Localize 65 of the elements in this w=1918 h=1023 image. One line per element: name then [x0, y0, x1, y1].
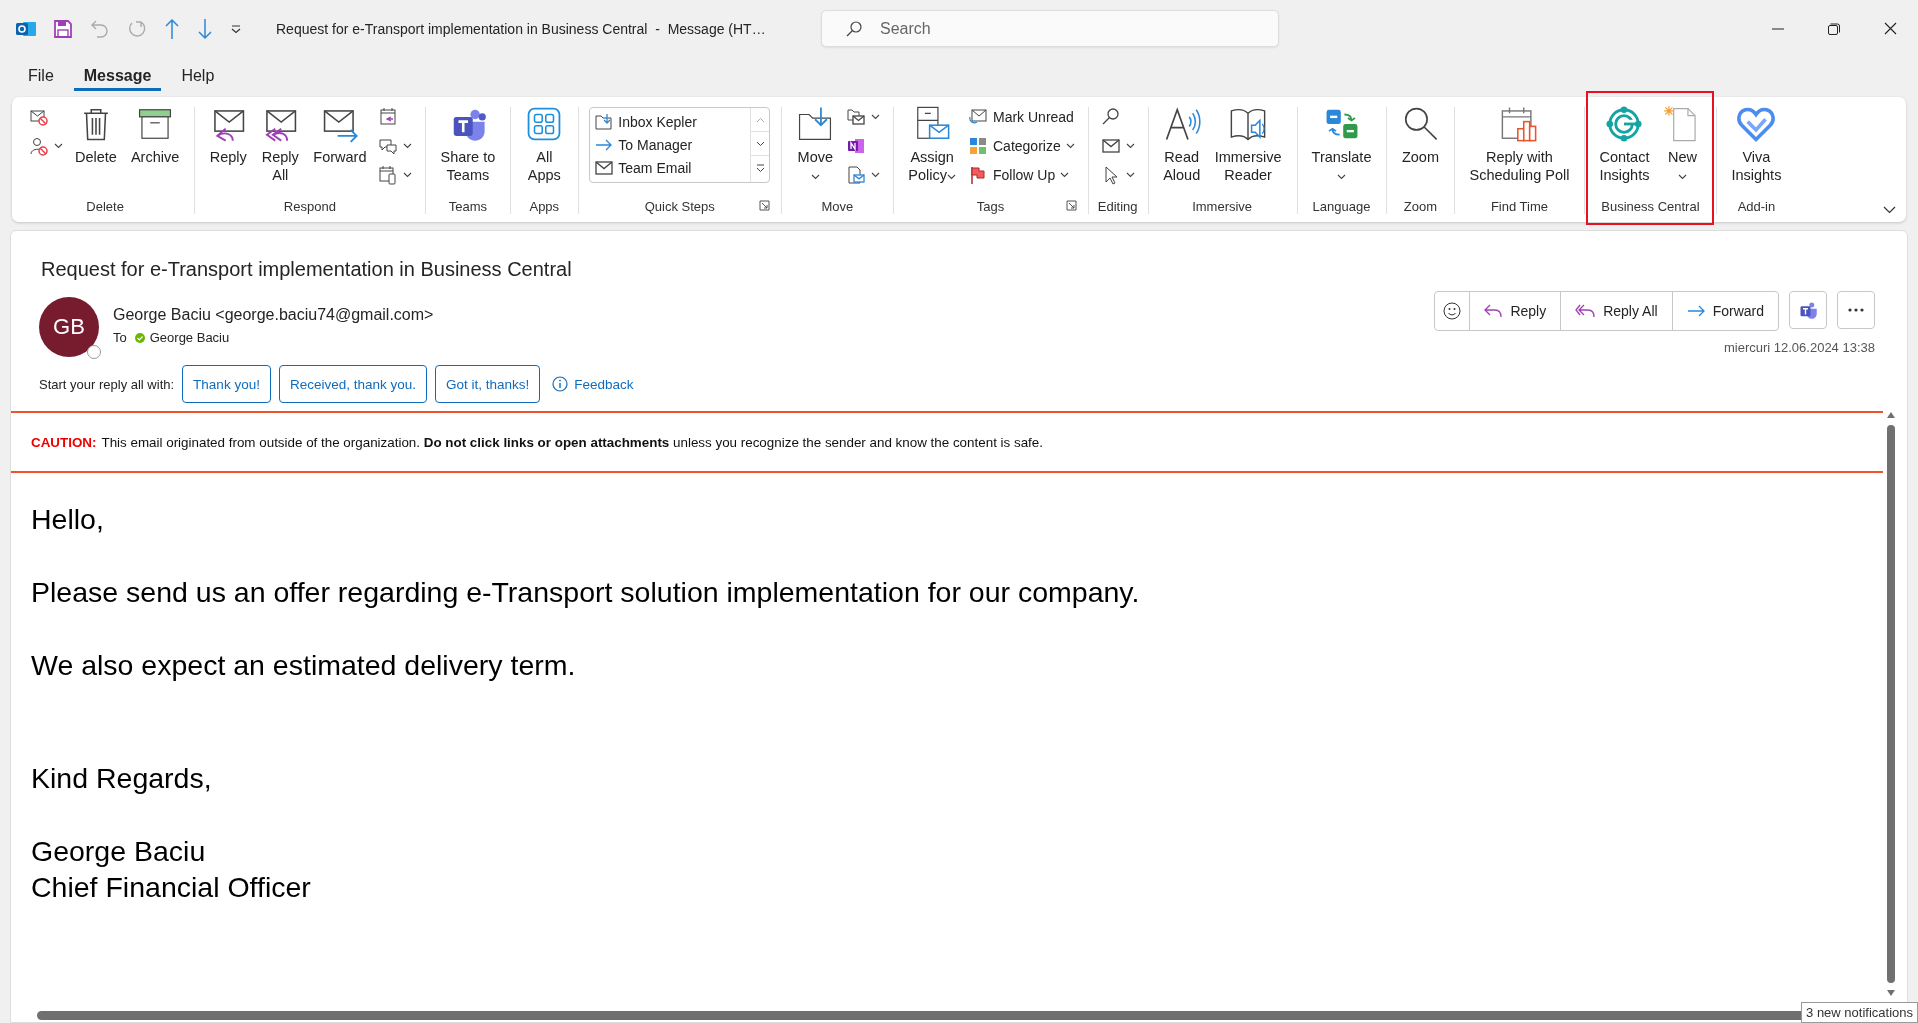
body-text: We also expect an estimated delivery term.	[31, 648, 576, 683]
ribbon-button[interactable]: New	[1657, 103, 1708, 186]
suggested-replies-label: Start your reply all with:	[39, 376, 175, 392]
group-label: Teams	[448, 198, 488, 214]
window-title: Request for e-Transport implementation in Business Central - Message (HT…	[276, 20, 767, 37]
group-label: Language	[1312, 198, 1371, 214]
suggested-reply-button[interactable]: Thank you!	[182, 365, 271, 403]
sent-date: miercuri 12.06.2024 13:38	[1723, 340, 1875, 355]
ribbon-small-button[interactable]: Mark Unread	[964, 105, 1079, 129]
ribbon-button[interactable]: Zoom	[1395, 103, 1446, 168]
ribbon-button[interactable]: All Apps	[519, 103, 570, 186]
quick-step-item[interactable]: Inbox Kepler	[594, 110, 745, 133]
recipient-name[interactable]: George Baciu	[149, 330, 230, 345]
suggested-reply-button[interactable]: Received, thank you.	[278, 365, 427, 403]
ribbon-small-button[interactable]: Categorize	[964, 134, 1079, 158]
group-label: Quick Steps	[644, 198, 715, 214]
to-label: To	[113, 330, 127, 345]
suggested-reply-button[interactable]: Got it, thanks!	[435, 365, 541, 403]
ribbon-button[interactable]: Delete	[69, 103, 123, 168]
group-label: Editing	[1097, 198, 1138, 214]
caution-text: This email originated from outside of the organization. Do not click links or open attachments unless you recognize the sender and know the content is safe.	[101, 434, 1043, 450]
group-label: Zoom	[1403, 198, 1438, 214]
ribbon-button[interactable]: Translate	[1305, 103, 1378, 186]
group-label: Business Central	[1601, 198, 1700, 214]
group-label: Find Time	[1490, 198, 1548, 214]
body-text: George Baciu	[31, 834, 206, 869]
ribbon-button[interactable]: Viva Insights	[1725, 103, 1788, 186]
search-field[interactable]: Search	[821, 10, 1279, 47]
menu-tab[interactable]: Help	[171, 57, 225, 92]
group-label: Move	[821, 198, 854, 214]
quick-step-item[interactable]: Team Email	[594, 156, 745, 179]
ribbon-button[interactable]: Move	[790, 103, 841, 186]
quick-step-item[interactable]: To Manager	[594, 133, 745, 156]
ribbon-button[interactable]: Reply All	[255, 103, 306, 186]
ribbon-button[interactable]: Reply with Scheduling Poll	[1463, 103, 1576, 186]
caution-label: CAUTION:	[31, 434, 97, 450]
group-label: Add-in	[1737, 198, 1776, 214]
ribbon-button[interactable]: Assign Policy	[902, 103, 962, 186]
sender-name: George Baciu <george.baciu74@gmail.com>	[113, 306, 434, 324]
ribbon-button[interactable]: Reply	[203, 103, 254, 168]
message-action-button[interactable]: Reply	[1469, 292, 1561, 330]
ribbon-button[interactable]: Forward	[307, 103, 373, 168]
avatar: GB	[39, 297, 99, 357]
group-label: Immersive	[1192, 198, 1253, 214]
ribbon-button[interactable]: Share to Teams	[434, 103, 502, 186]
feedback-link[interactable]: Feedback	[574, 376, 634, 392]
menu-tab[interactable]: Message	[73, 57, 162, 91]
notification-tooltip: 3 new notifications	[1801, 1002, 1918, 1023]
email-subject: Request for e-Transport implementation in Business Central	[41, 258, 573, 281]
group-label: Tags	[976, 198, 1005, 214]
ribbon-button[interactable]: Immersive Reader	[1208, 103, 1288, 186]
group-label: Delete	[86, 198, 124, 214]
body-text: Please send us an offer regarding e-Transport solution implementation for our company.	[31, 575, 1140, 610]
body-text: Hello,	[31, 502, 104, 537]
group-label: Apps	[529, 198, 560, 214]
menu-tab[interactable]: File	[18, 57, 64, 92]
ribbon-button[interactable]: Archive	[124, 103, 186, 168]
group-label: Respond	[283, 198, 336, 214]
message-action-button[interactable]: Forward	[1671, 292, 1778, 330]
body-text: Chief Financial Officer	[31, 870, 311, 905]
ribbon-button[interactable]: Read Aloud	[1156, 103, 1207, 186]
message-action-button[interactable]: Reply All	[1560, 292, 1672, 330]
ribbon-small-button[interactable]: Follow Up	[964, 163, 1079, 187]
ribbon-button[interactable]: Contact Insights	[1593, 103, 1656, 186]
body-text: Kind Regards,	[31, 761, 212, 796]
